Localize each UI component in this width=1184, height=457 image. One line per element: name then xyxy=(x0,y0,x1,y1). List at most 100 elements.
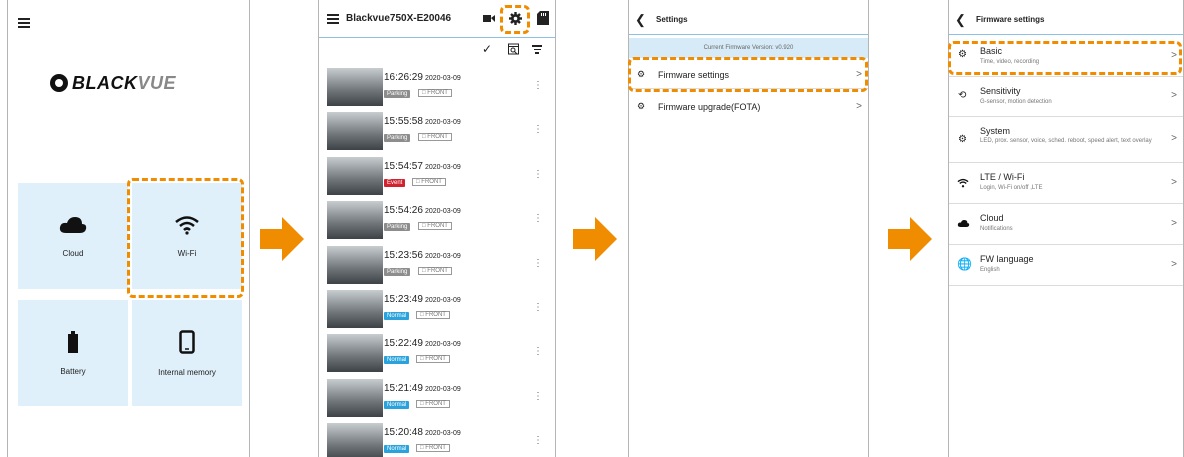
video-list-item[interactable]: 15:21:49 2020-03-09 Normal □ FRONT ⋮ xyxy=(319,377,555,419)
video-time: 15:54:57 xyxy=(384,160,423,172)
camera-badge: □ FRONT xyxy=(416,399,450,408)
more-options-icon[interactable]: ⋮ xyxy=(533,391,543,402)
more-options-icon[interactable]: ⋮ xyxy=(533,80,543,91)
highlight-wifi xyxy=(127,178,244,298)
fw-item-system[interactable]: ⚙ System LED, prox. sensor, voice, sched… xyxy=(949,118,1183,163)
video-date: 2020-03-09 xyxy=(424,119,461,127)
video-thumbnail[interactable] xyxy=(327,156,383,195)
video-date: 2020-03-09 xyxy=(424,341,461,349)
back-icon[interactable]: ❮ xyxy=(635,12,646,28)
more-options-icon[interactable]: ⋮ xyxy=(533,169,543,180)
video-thumbnail[interactable] xyxy=(327,245,383,284)
sd-card-icon[interactable] xyxy=(537,11,549,25)
camera-badge-label: FRONT xyxy=(427,267,448,274)
more-options-icon[interactable]: ⋮ xyxy=(533,435,543,446)
video-type-badge: Parking xyxy=(384,267,411,276)
video-list-item[interactable]: 15:55:58 2020-03-09 Parking □ FRONT ⋮ xyxy=(319,110,555,152)
video-type-badge: Normal xyxy=(384,356,410,365)
video-date: 2020-03-09 xyxy=(424,385,461,393)
video-time: 16:26:29 xyxy=(384,72,423,83)
video-type-badge: Normal xyxy=(384,445,410,454)
fw-item-fw-language[interactable]: 🌐 FW language English > xyxy=(949,245,1183,286)
video-list-item[interactable]: 15:54:57 2020-03-09 Event □ FRONT ⋮ xyxy=(319,155,555,197)
menu-icon[interactable] xyxy=(327,14,339,26)
video-time: 15:23:56 xyxy=(384,249,423,261)
fw-item-label: LTE / Wi-Fi xyxy=(980,172,1025,182)
video-date: 2020-03-09 xyxy=(424,430,461,438)
camera-badge: □ FRONT xyxy=(418,133,452,142)
gears-icon: ⚙ xyxy=(637,101,646,111)
battery-icon xyxy=(68,330,78,353)
video-thumbnail[interactable] xyxy=(327,334,383,373)
fw-item-sub: English xyxy=(980,267,1000,273)
more-options-icon[interactable]: ⋮ xyxy=(533,124,543,135)
menu-icon[interactable] xyxy=(18,18,30,30)
video-thumbnail[interactable] xyxy=(327,378,383,417)
camera-badge-label: FRONT xyxy=(427,134,448,141)
tile-internal-memory[interactable]: Internal memory xyxy=(132,300,242,406)
arrow-icon xyxy=(888,217,932,261)
video-date: 2020-03-09 xyxy=(424,297,461,304)
cloud-icon xyxy=(957,220,970,227)
video-time: 15:22:49 xyxy=(384,338,423,350)
video-thumbnail[interactable] xyxy=(327,201,383,240)
camera-badge: □ FRONT xyxy=(418,222,452,231)
camera-badge: □ FRONT xyxy=(416,444,450,453)
camera-icon[interactable] xyxy=(483,14,495,23)
firmware-version: Current Firmware Version: v0.920 xyxy=(629,38,868,58)
video-time: 15:20:48 xyxy=(384,427,423,439)
video-list-item[interactable]: 15:23:56 2020-03-09 Parking □ FRONT ⋮ xyxy=(319,244,555,286)
gears-icon: ⚙ xyxy=(958,134,967,145)
video-list-item[interactable]: 15:54:26 2020-03-09 Parking □ FRONT ⋮ xyxy=(319,199,555,241)
camera-badge-label: FRONT xyxy=(421,178,442,185)
settings-item-firmware-upgrade[interactable]: ⚙ Firmware upgrade(FOTA) > xyxy=(629,94,868,120)
video-thumbnail[interactable] xyxy=(327,290,383,328)
logo-mark-icon xyxy=(50,74,68,92)
video-thumbnail[interactable] xyxy=(327,68,383,106)
fw-item-lte-wifi[interactable]: LTE / Wi-Fi Login, Wi-Fi on/off ,LTE > xyxy=(949,163,1183,204)
fw-item-label: Cloud xyxy=(980,213,1004,223)
video-thumbnail[interactable] xyxy=(327,112,383,151)
video-time: 15:55:58 xyxy=(384,116,423,128)
fw-item-label: Sensitivity xyxy=(980,86,1021,96)
chevron-right-icon: > xyxy=(1171,133,1177,144)
chevron-right-icon: > xyxy=(1171,259,1177,270)
fw-item-cloud[interactable]: Cloud Notifications > xyxy=(949,204,1183,245)
tile-battery[interactable]: Battery xyxy=(18,300,128,406)
calendar-search-icon[interactable] xyxy=(508,43,519,55)
video-list-item[interactable]: 16:26:29 2020-03-09 Parking □ FRONT ⋮ xyxy=(319,66,555,108)
back-icon[interactable]: ❮ xyxy=(955,12,966,28)
more-options-icon[interactable]: ⋮ xyxy=(533,302,543,313)
highlight-basic xyxy=(948,41,1182,75)
video-list-item[interactable]: 15:23:49 2020-03-09 Normal □ FRONT ⋮ xyxy=(319,288,555,330)
video-type-badge: Event xyxy=(384,178,406,187)
tile-label: Battery xyxy=(60,366,86,376)
camera-badge: □ FRONT xyxy=(416,355,450,364)
more-options-icon[interactable]: ⋮ xyxy=(533,213,543,224)
globe-icon: 🌐 xyxy=(957,257,972,271)
settings-item-label: Firmware upgrade(FOTA) xyxy=(658,102,761,112)
fw-item-sensitivity[interactable]: ⟲ Sensitivity G-sensor, motion detection… xyxy=(949,78,1183,117)
video-list-item[interactable]: 15:20:48 2020-03-09 Normal □ FRONT ⋮ xyxy=(319,421,555,457)
video-time: 15:21:49 xyxy=(384,382,423,394)
filter-icon[interactable] xyxy=(532,45,542,54)
video-type-badge: Parking xyxy=(384,223,411,232)
chevron-right-icon: > xyxy=(1171,90,1177,101)
camera-badge-label: FRONT xyxy=(427,90,448,96)
video-type-badge: Parking xyxy=(384,134,411,143)
video-date: 2020-03-09 xyxy=(424,208,461,216)
fw-item-label: System xyxy=(980,126,1011,136)
fw-item-sub: Login, Wi-Fi on/off ,LTE xyxy=(980,185,1043,191)
device-title: Blackvue750X-E20046 xyxy=(346,13,452,24)
arrow-icon xyxy=(573,217,617,261)
more-options-icon[interactable]: ⋮ xyxy=(533,258,543,269)
fw-item-sub: G-sensor, motion detection xyxy=(980,99,1052,105)
camera-badge: □ FRONT xyxy=(416,311,450,319)
check-icon[interactable]: ✓ xyxy=(482,42,492,56)
more-options-icon[interactable]: ⋮ xyxy=(533,346,543,357)
tile-cloud[interactable]: Cloud xyxy=(18,183,128,289)
video-list-item[interactable]: 15:22:49 2020-03-09 Normal □ FRONT ⋮ xyxy=(319,332,555,374)
video-thumbnail[interactable] xyxy=(327,423,383,457)
video-date: 2020-03-09 xyxy=(424,163,461,171)
page-title: Settings xyxy=(656,15,688,24)
